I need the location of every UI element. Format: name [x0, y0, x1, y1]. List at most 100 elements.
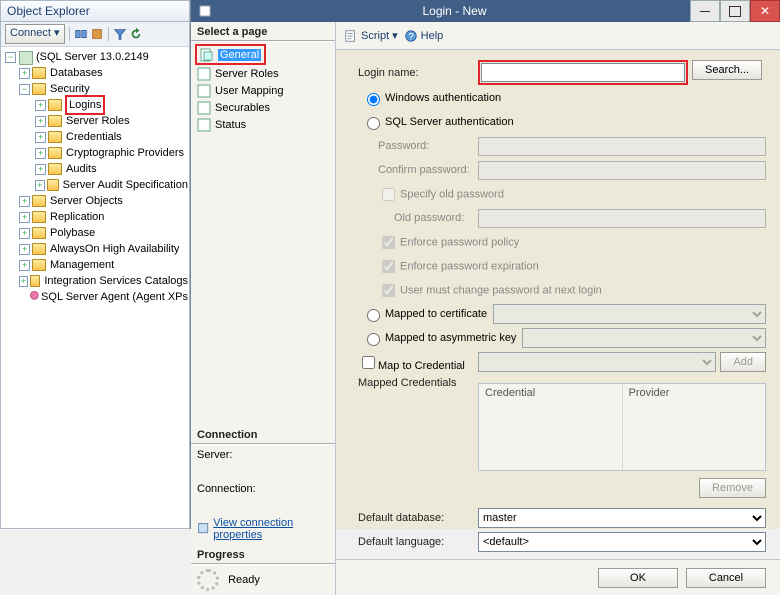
window-system-icon[interactable] [191, 4, 219, 18]
tree-node-logins[interactable]: +Logins [3, 97, 189, 113]
folder-icon [48, 99, 62, 111]
page-status[interactable]: Status [195, 116, 331, 133]
tree-node-audit-spec[interactable]: +Server Audit Specification [3, 177, 189, 193]
mapped-cert-radio[interactable]: Mapped to certificate [362, 306, 487, 322]
titlebar[interactable]: Login - New ✕ [191, 0, 780, 22]
default-database-select[interactable]: master [478, 508, 766, 528]
collapse-icon[interactable]: − [19, 84, 30, 95]
tree-node-credentials[interactable]: +Credentials [3, 129, 189, 145]
stop-icon[interactable] [90, 27, 104, 41]
enforce-expiration-checkbox: Enforce password expiration [378, 257, 539, 276]
page-icon [197, 118, 211, 132]
window-buttons: ✕ [690, 0, 780, 22]
close-button[interactable]: ✕ [750, 0, 780, 22]
page-user-mapping[interactable]: User Mapping [195, 82, 331, 99]
object-explorer-panel: Object Explorer Connect ▾ − (SQL Server … [0, 0, 190, 529]
dialog-footer: OK Cancel [336, 559, 780, 595]
folder-icon [32, 67, 46, 79]
folder-icon [48, 163, 62, 175]
expand-icon[interactable]: + [35, 180, 45, 191]
remove-button: Remove [699, 478, 766, 498]
expand-icon[interactable]: + [19, 276, 28, 287]
highlight-login-name [478, 60, 688, 85]
page-server-roles[interactable]: Server Roles [195, 65, 331, 82]
tree-node-replication[interactable]: +Replication [3, 209, 189, 225]
tree-node-server-objects[interactable]: +Server Objects [3, 193, 189, 209]
expand-icon[interactable]: + [19, 244, 30, 255]
folder-icon [30, 275, 41, 287]
expand-icon[interactable]: + [19, 228, 30, 239]
default-database-label: Default database: [358, 512, 478, 524]
server-icon [18, 50, 32, 64]
tree-node-management[interactable]: +Management [3, 257, 189, 273]
ok-button[interactable]: OK [598, 568, 678, 588]
expand-icon[interactable]: + [35, 100, 46, 111]
connect-button[interactable]: Connect ▾ [5, 24, 65, 44]
folder-icon [32, 211, 46, 223]
cancel-button[interactable]: Cancel [686, 568, 766, 588]
must-change-checkbox: User must change password at next login [378, 281, 602, 300]
expand-icon[interactable]: + [19, 212, 30, 223]
window-title: Login - New [219, 4, 690, 18]
expand-icon[interactable]: + [35, 132, 46, 143]
expand-icon[interactable]: + [19, 260, 30, 271]
sql-auth-radio[interactable]: SQL Server authentication [362, 114, 514, 130]
expand-icon[interactable]: + [19, 196, 30, 207]
page-securables[interactable]: Securables [195, 99, 331, 116]
connection-info: Server: Connection: View connection prop… [191, 445, 335, 545]
mapped-credentials-label: Mapped Credentials [358, 377, 478, 389]
search-button[interactable]: Search... [692, 60, 762, 80]
expand-icon[interactable]: + [35, 164, 46, 175]
page-icon [197, 84, 211, 98]
properties-icon [197, 522, 209, 536]
folder-icon [48, 131, 62, 143]
default-language-label: Default language: [358, 536, 478, 548]
object-explorer-tree[interactable]: − (SQL Server 13.0.2149 +Databases −Secu… [1, 47, 189, 528]
folder-icon [47, 179, 59, 191]
login-name-input[interactable] [481, 63, 685, 82]
tree-node-databases[interactable]: +Databases [3, 65, 189, 81]
page-general[interactable]: General [198, 46, 263, 63]
view-connection-properties-link[interactable]: View connection properties [197, 517, 329, 541]
tree-node-audits[interactable]: +Audits [3, 161, 189, 177]
default-language-select[interactable]: <default> [478, 532, 766, 552]
folder-icon [32, 259, 46, 271]
tree-node-sql-agent[interactable]: SQL Server Agent (Agent XPs [3, 289, 189, 305]
folder-icon [48, 115, 62, 127]
map-credential-checkbox[interactable]: Map to Credential [358, 353, 478, 372]
filter-icon[interactable] [113, 27, 127, 41]
toolbar-separator [69, 27, 70, 41]
confirm-password-input [478, 161, 766, 180]
maximize-button[interactable] [720, 0, 750, 22]
password-input [478, 137, 766, 156]
expand-icon[interactable]: + [19, 68, 30, 79]
tree-node-server-roles[interactable]: +Server Roles [3, 113, 189, 129]
specify-old-checkbox: Specify old password [378, 185, 504, 204]
page-icon [197, 67, 211, 81]
add-button: Add [720, 352, 766, 372]
mapped-credentials-grid[interactable]: Credential Provider [478, 383, 766, 471]
minimize-button[interactable] [690, 0, 720, 22]
tree-node-is-catalogs[interactable]: +Integration Services Catalogs [3, 273, 189, 289]
mapped-asym-radio[interactable]: Mapped to asymmetric key [362, 330, 516, 346]
help-button[interactable]: ?Help [404, 29, 444, 43]
old-password-input [478, 209, 766, 228]
expand-icon[interactable]: + [35, 148, 46, 159]
tree-node-polybase[interactable]: +Polybase [3, 225, 189, 241]
disconnect-icon[interactable] [74, 27, 88, 41]
help-icon: ? [404, 29, 418, 43]
windows-auth-radio[interactable]: Windows authentication [362, 90, 501, 106]
refresh-icon[interactable] [129, 27, 143, 41]
folder-icon [32, 243, 46, 255]
highlight-general-page: General [195, 44, 266, 65]
expand-icon[interactable]: + [35, 116, 46, 127]
tree-root[interactable]: − (SQL Server 13.0.2149 [3, 49, 189, 65]
tree-node-crypto[interactable]: +Cryptographic Providers [3, 145, 189, 161]
object-explorer-title: Object Explorer [1, 1, 189, 22]
script-button[interactable]: Script ▾ [344, 29, 398, 43]
tree-node-alwayson[interactable]: +AlwaysOn High Availability [3, 241, 189, 257]
credential-column-header: Credential [479, 384, 623, 470]
collapse-icon[interactable]: − [5, 52, 16, 63]
login-form: Login name: Search... Windows authentica… [336, 50, 780, 559]
confirm-password-label: Confirm password: [358, 164, 478, 176]
